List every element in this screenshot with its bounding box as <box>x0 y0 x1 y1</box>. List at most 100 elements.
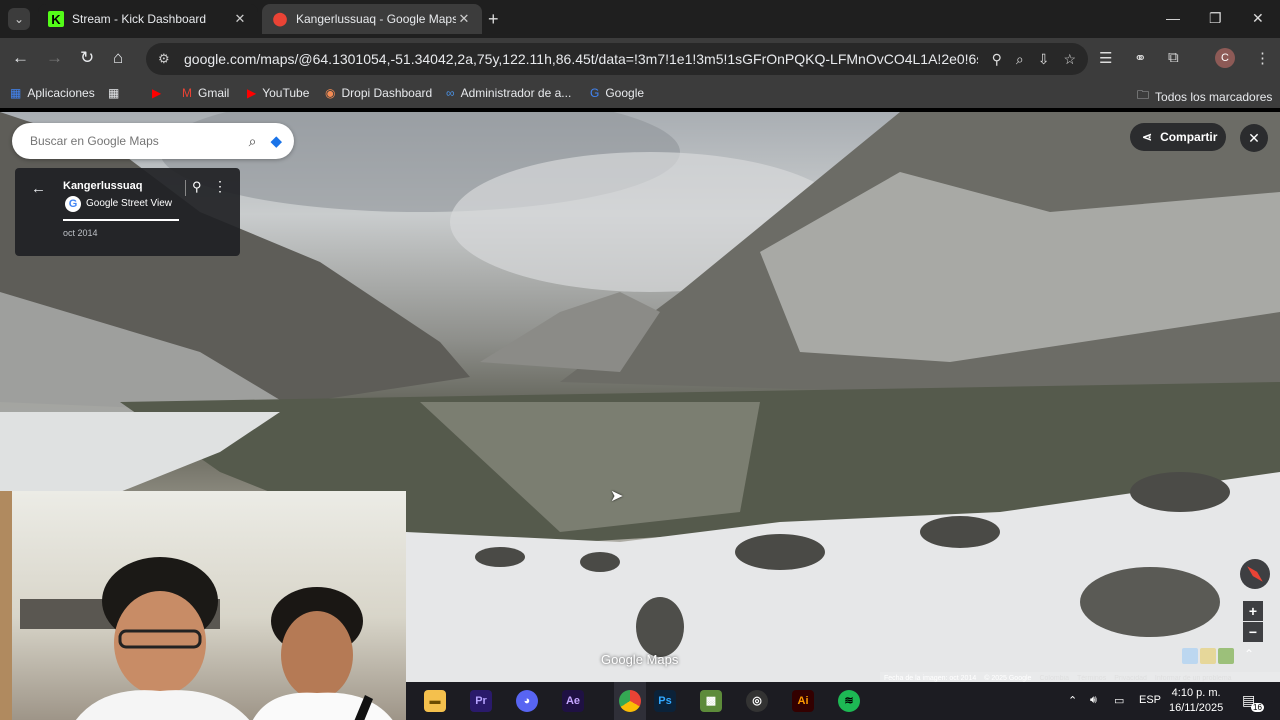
volume-icon[interactable]: 🔊︎ <box>1090 694 1097 707</box>
system-clock[interactable]: 4:10 p. m. 16/11/2025 <box>1169 686 1223 716</box>
close-tab-icon[interactable]: ✕ <box>456 11 472 27</box>
webcam-door <box>0 491 12 720</box>
bookmark-apps[interactable]: ▦ Aplicaciones <box>10 86 95 100</box>
youtube-icon: ▶ <box>152 86 162 100</box>
maps-footer: Fecha de la imagen: oct 2014 © 2025 Goog… <box>880 672 1280 682</box>
after-effects-icon[interactable]: Ae <box>562 690 584 712</box>
location-icon[interactable]: ⚲ <box>992 51 1002 68</box>
tab-google-maps[interactable]: ⬤ Kangerlussuaq - Google Maps ✕ <box>262 4 482 34</box>
country-link[interactable]: Colombia <box>1039 675 1069 682</box>
windows-taskbar: ▬ Pr ◕ Ae Ps ▩ ◎ Ai ≋ ⌃ 🔊︎ ▭ ESP <box>406 682 1280 720</box>
obs-icon[interactable]: ◎ <box>746 690 768 712</box>
mouse-cursor-icon: ➤ <box>610 488 624 505</box>
zoom-out-button[interactable]: − <box>1243 622 1263 642</box>
illustrator-icon[interactable]: Ai <box>792 690 814 712</box>
location-pin-icon[interactable]: ⚲ <box>192 179 202 195</box>
spotify-icon[interactable]: ≋ <box>838 690 860 712</box>
report-link[interactable]: Informar de un problema <box>1155 675 1232 682</box>
photoshop-icon[interactable]: Ps <box>654 690 676 712</box>
google-icon: G <box>590 86 600 100</box>
share-label: Compartir <box>1160 130 1218 144</box>
expand-icon[interactable]: ⌃ <box>1244 647 1254 661</box>
clock-time: 4:10 p. m. <box>1171 687 1221 699</box>
privacy-link[interactable]: Privacidad <box>1114 675 1147 682</box>
back-arrow-icon[interactable]: ← <box>31 180 46 197</box>
close-window-icon[interactable]: ✕ <box>1252 10 1264 27</box>
share-button[interactable]: ⋖ Compartir <box>1130 123 1226 151</box>
tab-kick-dashboard[interactable]: K Stream - Kick Dashboard ✕ <box>38 4 258 34</box>
tray-chevron-icon[interactable]: ⌃ <box>1068 694 1077 707</box>
network-icon[interactable]: ▭ <box>1114 694 1124 707</box>
all-bookmarks[interactable]: 🗀 Todos los marcadores <box>1137 86 1272 107</box>
forward-icon[interactable]: → <box>46 48 63 68</box>
bookmark-dropi[interactable]: ◉ Dropi Dashboard <box>325 86 432 100</box>
minimize-icon[interactable]: — <box>1166 10 1180 26</box>
home-icon[interactable]: ⌂ <box>113 48 123 68</box>
new-tab-button[interactable]: + <box>488 9 499 30</box>
compass-needle <box>1247 566 1263 582</box>
gmail-icon: M <box>182 86 192 100</box>
bookmark-grid[interactable]: ▦ <box>108 86 125 100</box>
image-date: Fecha de la imagen: oct 2014 <box>884 674 977 682</box>
bookmark-label: Todos los marcadores <box>1155 89 1273 104</box>
avatar[interactable]: C <box>1215 48 1235 68</box>
menu-kebab-icon[interactable]: ⋮ <box>1255 49 1270 67</box>
maps-search-box[interactable]: ⌕ ◆ <box>12 123 294 159</box>
address-bar[interactable]: ⚙ google.com/maps/@64.1301054,-51.34042,… <box>146 43 1088 75</box>
file-explorer-icon[interactable]: ▬ <box>424 690 446 712</box>
close-street-view-icon[interactable]: ✕ <box>1240 124 1268 152</box>
youtube-icon: ▶ <box>247 86 257 100</box>
reading-list-icon[interactable]: ☰ <box>1099 49 1112 67</box>
zoom-in-button[interactable]: + <box>1243 601 1263 621</box>
zoom-icon[interactable]: ⌕ <box>1016 51 1024 68</box>
bookmark-google[interactable]: G Google <box>590 86 644 100</box>
discord-icon[interactable]: ◕ <box>516 690 538 712</box>
search-input[interactable] <box>30 134 241 148</box>
close-tab-icon[interactable]: ✕ <box>232 11 248 27</box>
layers-thumbnails[interactable] <box>1182 648 1234 664</box>
back-icon[interactable]: ← <box>12 48 29 68</box>
premiere-pro-icon[interactable]: Pr <box>470 690 492 712</box>
search-icon[interactable]: ⌕ <box>249 133 257 150</box>
bookmark-meta-admin[interactable]: ∞ Administrador de a... <box>446 86 571 100</box>
source-underline <box>63 219 179 221</box>
more-options-icon[interactable]: ⋮ <box>213 178 227 195</box>
tab-title: Stream - Kick Dashboard <box>72 12 207 26</box>
notification-count: 16 <box>1251 703 1264 712</box>
layer-thumb[interactable] <box>1200 648 1216 664</box>
bookmark-label: Administrador de a... <box>460 86 572 100</box>
site-info-icon[interactable]: ⚙ <box>158 51 178 67</box>
apps-grid-icon: ▦ <box>10 86 22 100</box>
directions-icon[interactable]: ◆ <box>270 132 282 150</box>
chrome-icon[interactable] <box>619 690 641 712</box>
link-extension-icon[interactable]: ⚭ <box>1134 49 1147 67</box>
clock-date: 16/11/2025 <box>1169 702 1224 714</box>
install-app-icon[interactable]: ⇩ <box>1038 51 1050 68</box>
minecraft-icon[interactable]: ▩ <box>700 690 722 712</box>
webcam-person-left <box>76 557 250 720</box>
reload-icon[interactable]: ↻ <box>80 48 94 68</box>
compass-icon[interactable] <box>1240 559 1270 589</box>
copyright: © 2025 Google <box>984 674 1032 682</box>
bookmark-youtube[interactable]: ▶ YouTube <box>247 86 309 100</box>
bookmark-star-icon[interactable]: ☆ <box>1063 51 1076 68</box>
meta-icon: ∞ <box>446 86 455 100</box>
dropi-icon: ◉ <box>325 86 336 100</box>
tab-search-icon[interactable]: ⌄ <box>8 8 30 30</box>
restore-icon[interactable]: ❐ <box>1209 10 1222 27</box>
language-indicator[interactable]: ESP <box>1139 694 1161 706</box>
tab-title: Kangerlussuaq - Google Maps <box>296 12 456 26</box>
google-maps-icon: ⬤ <box>272 11 288 26</box>
terms-link[interactable]: Términos <box>1077 675 1106 682</box>
place-title: Kangerlussuaq <box>63 180 143 192</box>
divider <box>185 180 186 196</box>
layer-thumb[interactable] <box>1182 648 1198 664</box>
extensions-icon[interactable]: ⧉ <box>1168 49 1179 66</box>
bookmark-label: YouTube <box>262 86 310 100</box>
layer-thumb[interactable] <box>1218 648 1234 664</box>
capture-date[interactable]: oct 2014 <box>63 228 98 238</box>
bookmark-gmail[interactable]: M Gmail <box>182 86 229 100</box>
grid-icon: ▦ <box>108 86 120 100</box>
webcam-person-right <box>252 587 393 720</box>
bookmark-youtube-short[interactable]: ▶ <box>152 86 167 100</box>
